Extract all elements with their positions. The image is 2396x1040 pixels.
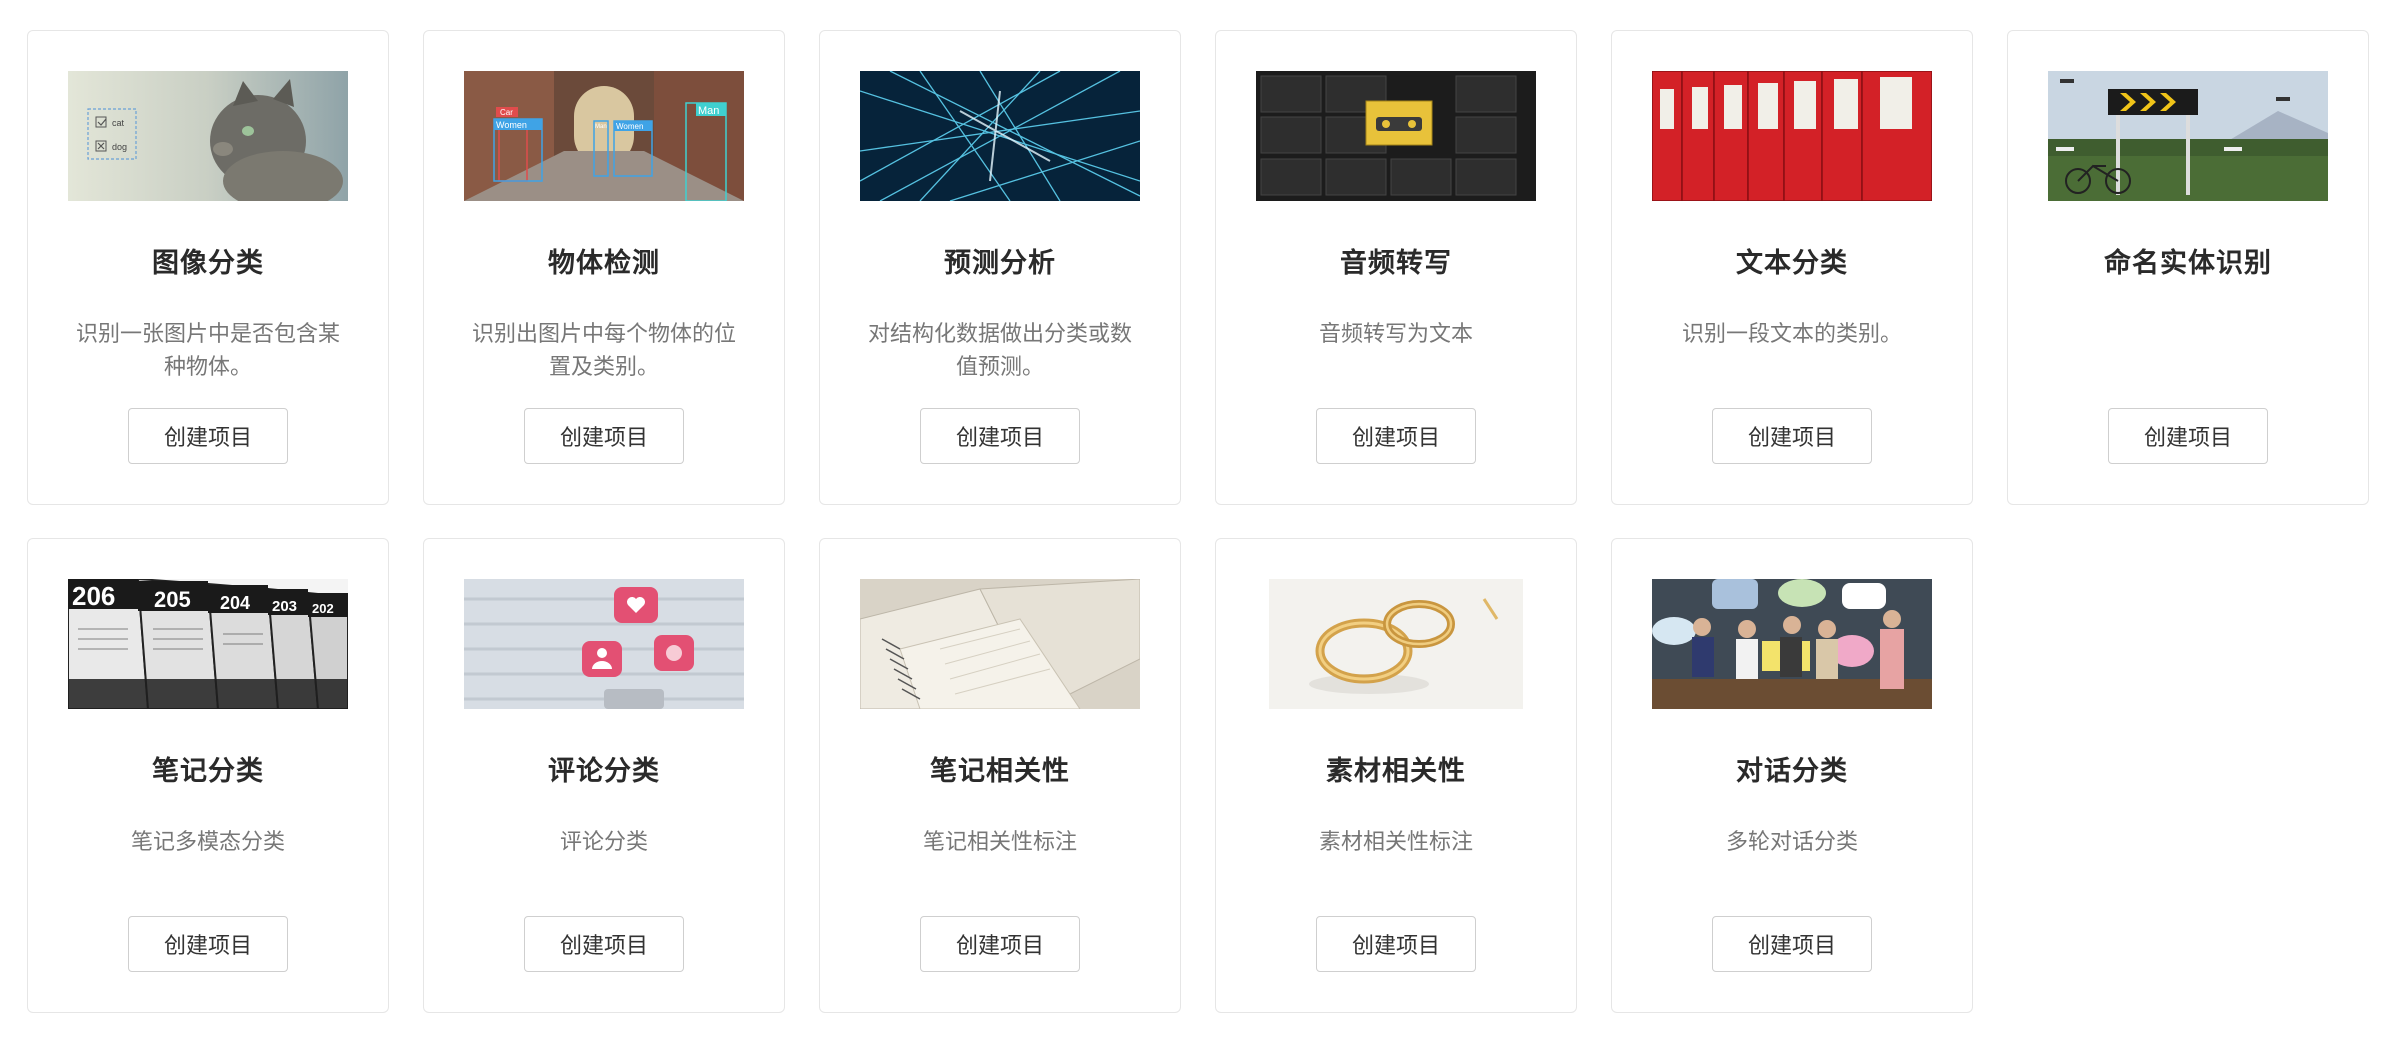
template-card-object-detection[interactable]: Car Women Man Women Man 物体检测 识别出图片中每个物体的… xyxy=(423,30,785,505)
create-project-button[interactable]: 创建项目 xyxy=(524,408,684,464)
template-card-note-relevance[interactable]: 笔记相关性 笔记相关性标注 创建项目 xyxy=(819,538,1181,1013)
card-title: 笔记分类 xyxy=(152,756,264,787)
notebooks-image xyxy=(860,579,1140,709)
card-title: 物体检测 xyxy=(548,248,660,279)
create-project-button[interactable]: 创建项目 xyxy=(1712,408,1872,464)
template-card-material-relevance[interactable]: 素材相关性 素材相关性标注 创建项目 xyxy=(1215,538,1577,1013)
cat-classification-image: cat dog xyxy=(68,71,348,201)
card-description: 笔记多模态分类 xyxy=(130,830,285,855)
card-description: 笔记相关性标注 xyxy=(922,830,1077,855)
card-number-206: 206 xyxy=(72,581,115,611)
card-title: 笔记相关性 xyxy=(930,756,1070,787)
card-description: 评论分类 xyxy=(559,830,648,855)
create-project-button[interactable]: 创建项目 xyxy=(2108,408,2268,464)
card-number-204: 204 xyxy=(220,593,250,613)
overlay-label-women: Women xyxy=(496,120,527,130)
card-number-203: 203 xyxy=(272,598,297,615)
card-description: 识别一张图片中是否包含某种物体。 xyxy=(75,322,340,380)
overlay-label-dog: dog xyxy=(112,142,127,152)
card-title: 音频转写 xyxy=(1340,248,1452,279)
template-card-image-classification[interactable]: cat dog 图像分类 识别一张图片中是否包含某种物体。 创建项目 xyxy=(27,30,389,505)
card-description: 识别一段文本的类别。 xyxy=(1681,322,1902,347)
overlay-label-car: Car xyxy=(500,108,513,117)
card-title: 文本分类 xyxy=(1736,248,1848,279)
create-project-button[interactable]: 创建项目 xyxy=(1316,408,1476,464)
card-description: 多轮对话分类 xyxy=(1725,830,1858,855)
create-project-button[interactable]: 创建项目 xyxy=(1712,916,1872,972)
create-project-button[interactable]: 创建项目 xyxy=(128,916,288,972)
card-number-205: 205 xyxy=(154,587,191,612)
overlay-label-man-small: Man xyxy=(595,124,607,130)
card-title: 命名实体识别 xyxy=(2104,248,2272,279)
street-detection-image: Car Women Man Women Man xyxy=(464,71,744,201)
card-description: 对结构化数据做出分类或数值预测。 xyxy=(867,322,1132,380)
template-card-predictive-analysis[interactable]: 预测分析 对结构化数据做出分类或数值预测。 创建项目 xyxy=(819,30,1181,505)
card-title: 评论分类 xyxy=(548,756,660,787)
create-project-button[interactable]: 创建项目 xyxy=(920,916,1080,972)
network-lines-image xyxy=(860,71,1140,201)
people-speech-bubbles-image xyxy=(1652,579,1932,709)
template-card-note-classification[interactable]: 206 205 204 203 202 笔记分类 笔记多模态分类 创建项目 xyxy=(27,538,389,1013)
cassette-tapes-image xyxy=(1256,71,1536,201)
create-project-button[interactable]: 创建项目 xyxy=(920,408,1080,464)
red-binders-image xyxy=(1652,71,1932,201)
template-card-audio-transcription[interactable]: 音频转写 音频转写为文本 创建项目 xyxy=(1215,30,1577,505)
card-description: 识别出图片中每个物体的位置及类别。 xyxy=(471,322,736,380)
road-sign-field-image xyxy=(2048,71,2328,201)
card-number-202: 202 xyxy=(312,601,334,616)
template-card-text-classification[interactable]: 文本分类 识别一段文本的类别。 创建项目 xyxy=(1611,30,1973,505)
overlay-label-women-2: Women xyxy=(616,122,643,131)
numbered-cards-image: 206 205 204 203 202 xyxy=(68,579,348,709)
project-template-grid: cat dog 图像分类 识别一张图片中是否包含某种物体。 创建项目 Car W… xyxy=(27,30,2369,1013)
card-description xyxy=(2048,318,2328,384)
card-title: 素材相关性 xyxy=(1326,756,1466,787)
create-project-button[interactable]: 创建项目 xyxy=(128,408,288,464)
card-title: 图像分类 xyxy=(152,248,264,279)
card-title: 预测分析 xyxy=(944,248,1056,279)
card-description: 素材相关性标注 xyxy=(1318,830,1473,855)
create-project-button[interactable]: 创建项目 xyxy=(1316,916,1476,972)
overlay-label-man: Man xyxy=(698,105,719,117)
create-project-button[interactable]: 创建项目 xyxy=(524,916,684,972)
template-card-dialogue-classification[interactable]: 对话分类 多轮对话分类 创建项目 xyxy=(1611,538,1973,1013)
template-card-named-entity-recognition[interactable]: 命名实体识别 创建项目 xyxy=(2007,30,2369,505)
overlay-label-cat: cat xyxy=(112,118,125,128)
card-description: 音频转写为文本 xyxy=(1318,322,1473,347)
template-card-comment-classification[interactable]: 评论分类 评论分类 创建项目 xyxy=(423,538,785,1013)
social-reactions-image xyxy=(464,579,744,709)
card-title: 对话分类 xyxy=(1736,756,1848,787)
gold-rings-image xyxy=(1269,579,1523,709)
